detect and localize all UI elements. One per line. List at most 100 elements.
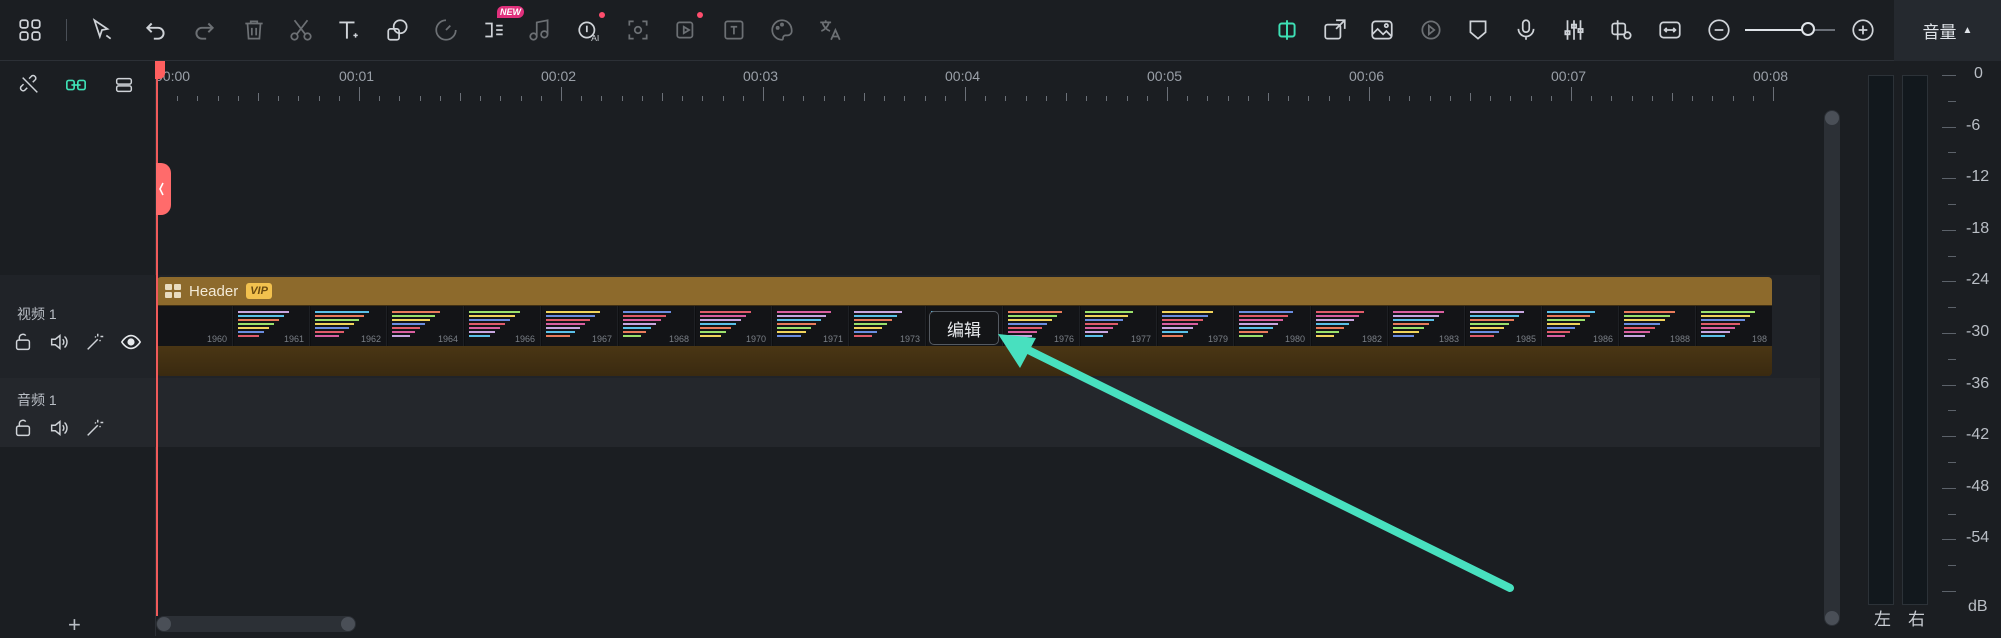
audio-mute-icon[interactable]	[48, 417, 70, 439]
frame-bar-graphic	[1547, 311, 1595, 313]
frame-bar-graphic	[392, 331, 415, 333]
video-lock-icon[interactable]	[12, 331, 34, 353]
frame-bar-graphic	[1393, 319, 1434, 321]
ruler-minor-tick	[702, 96, 704, 101]
frame-bar-graphic	[1547, 319, 1585, 321]
ruler-minor-tick	[985, 96, 987, 101]
frame-bar-graphic	[700, 319, 741, 321]
frame-bar-graphic	[777, 335, 801, 337]
delete-icon[interactable]	[239, 15, 269, 45]
meter-minor-tick	[1948, 255, 1956, 257]
ruler-minor-tick	[338, 96, 340, 101]
ruler-minor-tick	[1025, 96, 1027, 101]
music-note-icon[interactable]	[525, 15, 555, 45]
frame-bar-graphic	[1008, 323, 1047, 325]
ruler-minor-tick	[258, 93, 259, 101]
ruler-major-tick	[1773, 87, 1774, 101]
video-visibility-eye-icon[interactable]	[120, 331, 142, 353]
meter-scale-label: -18	[1966, 219, 1990, 237]
ruler-minor-tick	[500, 96, 502, 101]
vertical-scrollbar[interactable]	[1824, 110, 1840, 626]
meter-scale-label: -30	[1966, 323, 1990, 340]
redo-icon[interactable]	[189, 15, 219, 45]
zoom-slider-thumb[interactable]	[1801, 22, 1815, 36]
microphone-icon[interactable]	[1511, 15, 1541, 45]
new-badge: NEW	[497, 6, 524, 18]
frame-bar-graphic	[1547, 327, 1575, 329]
horizontal-scroll-left-knob[interactable]	[157, 617, 171, 631]
frame-year-label: 1964	[437, 334, 458, 344]
notification-dot-2	[697, 12, 703, 18]
auto-caption-icon[interactable]	[479, 15, 509, 45]
ai-cutout-icon[interactable]	[623, 15, 653, 45]
clip-header: Header VIP	[157, 277, 1772, 305]
marker-shield-icon[interactable]	[1463, 15, 1493, 45]
frame-year-label: 1966	[514, 334, 535, 344]
frame-bar-graphic	[623, 315, 666, 317]
vertical-scroll-bottom-knob[interactable]	[1825, 611, 1839, 625]
shape-mask-icon[interactable]	[383, 15, 413, 45]
zoom-out-icon[interactable]	[1704, 15, 1734, 45]
horizontal-scroll-right-knob[interactable]	[341, 617, 355, 631]
frame-bar-graphic	[1701, 327, 1735, 329]
meter-scale-label: -24	[1966, 271, 1990, 289]
split-screen-icon[interactable]	[1272, 15, 1302, 45]
unlink-icon[interactable]	[19, 74, 41, 96]
export-frame-icon[interactable]	[1320, 15, 1350, 45]
ai-palette-icon[interactable]	[767, 15, 797, 45]
filmstrip-frame: 1970	[696, 306, 772, 346]
preview-clip-icon[interactable]	[1607, 15, 1637, 45]
select-cursor-icon[interactable]	[87, 15, 117, 45]
video-mute-icon[interactable]	[48, 331, 70, 353]
ruler-minor-tick	[1752, 96, 1754, 101]
frame-year-label: 1973	[899, 334, 920, 344]
ai-video-icon[interactable]	[672, 15, 702, 45]
mixer-sliders-icon[interactable]	[1559, 15, 1589, 45]
video-effects-wand-icon[interactable]	[84, 331, 106, 353]
image-edit-icon[interactable]	[1367, 15, 1397, 45]
frame-bar-graphic	[854, 315, 897, 317]
ruler-minor-tick	[1611, 96, 1613, 101]
layout-grid-icon[interactable]	[15, 15, 45, 45]
frame-bar-graphic	[1470, 323, 1509, 325]
vertical-scroll-top-knob[interactable]	[1825, 111, 1839, 125]
ruler-minor-tick	[1207, 96, 1209, 101]
cut-scissors-icon[interactable]	[286, 15, 316, 45]
ai-music-icon[interactable]: AI	[574, 15, 604, 45]
edit-tooltip-button[interactable]: 编辑	[929, 311, 999, 345]
frame-bar-graphic	[1547, 315, 1590, 317]
frame-year-label: 1970	[745, 334, 766, 344]
zoom-in-icon[interactable]	[1848, 15, 1878, 45]
translate-icon[interactable]	[815, 15, 845, 45]
playhead-top-marker[interactable]	[155, 61, 165, 79]
ruler-minor-tick	[621, 96, 623, 101]
playhead-handle[interactable]	[156, 163, 171, 215]
frame-bar-graphic	[1470, 327, 1504, 329]
meter-minor-tick	[1948, 204, 1956, 205]
ai-text-icon[interactable]	[720, 15, 750, 45]
audio-effects-wand-icon[interactable]	[84, 417, 106, 439]
meter-left-label: 左	[1874, 610, 1891, 629]
frame-bar-graphic	[1393, 327, 1424, 329]
ruler-minor-tick	[601, 96, 603, 101]
add-track-button[interactable]: +	[68, 612, 81, 638]
timeline-ruler[interactable]: 00:00 00:01 00:02 00:03 00:04 00:05 00:06 00:07…	[155, 61, 1840, 105]
frame-bar-graphic	[1316, 323, 1349, 325]
undo-icon[interactable]	[141, 15, 171, 45]
frame-bar-graphic	[1316, 327, 1344, 329]
playhead-line[interactable]	[156, 61, 158, 616]
text-tool-icon[interactable]	[333, 15, 363, 45]
track-toggle-icon[interactable]	[113, 74, 135, 96]
frame-bar-graphic	[1701, 323, 1740, 325]
playback-icon[interactable]	[1416, 15, 1446, 45]
frame-bar-graphic	[469, 315, 515, 317]
link-clips-icon[interactable]	[65, 74, 87, 96]
speed-icon[interactable]	[431, 15, 461, 45]
volume-panel-button[interactable]: 音量 ▲	[1894, 0, 2001, 61]
audio-lock-icon[interactable]	[12, 417, 34, 439]
zoom-slider[interactable]	[1745, 22, 1835, 36]
frame-bar-graphic	[238, 319, 279, 321]
ruler-minor-tick	[1126, 96, 1128, 101]
fit-width-icon[interactable]	[1655, 15, 1685, 45]
horizontal-scrollbar[interactable]	[156, 616, 356, 632]
